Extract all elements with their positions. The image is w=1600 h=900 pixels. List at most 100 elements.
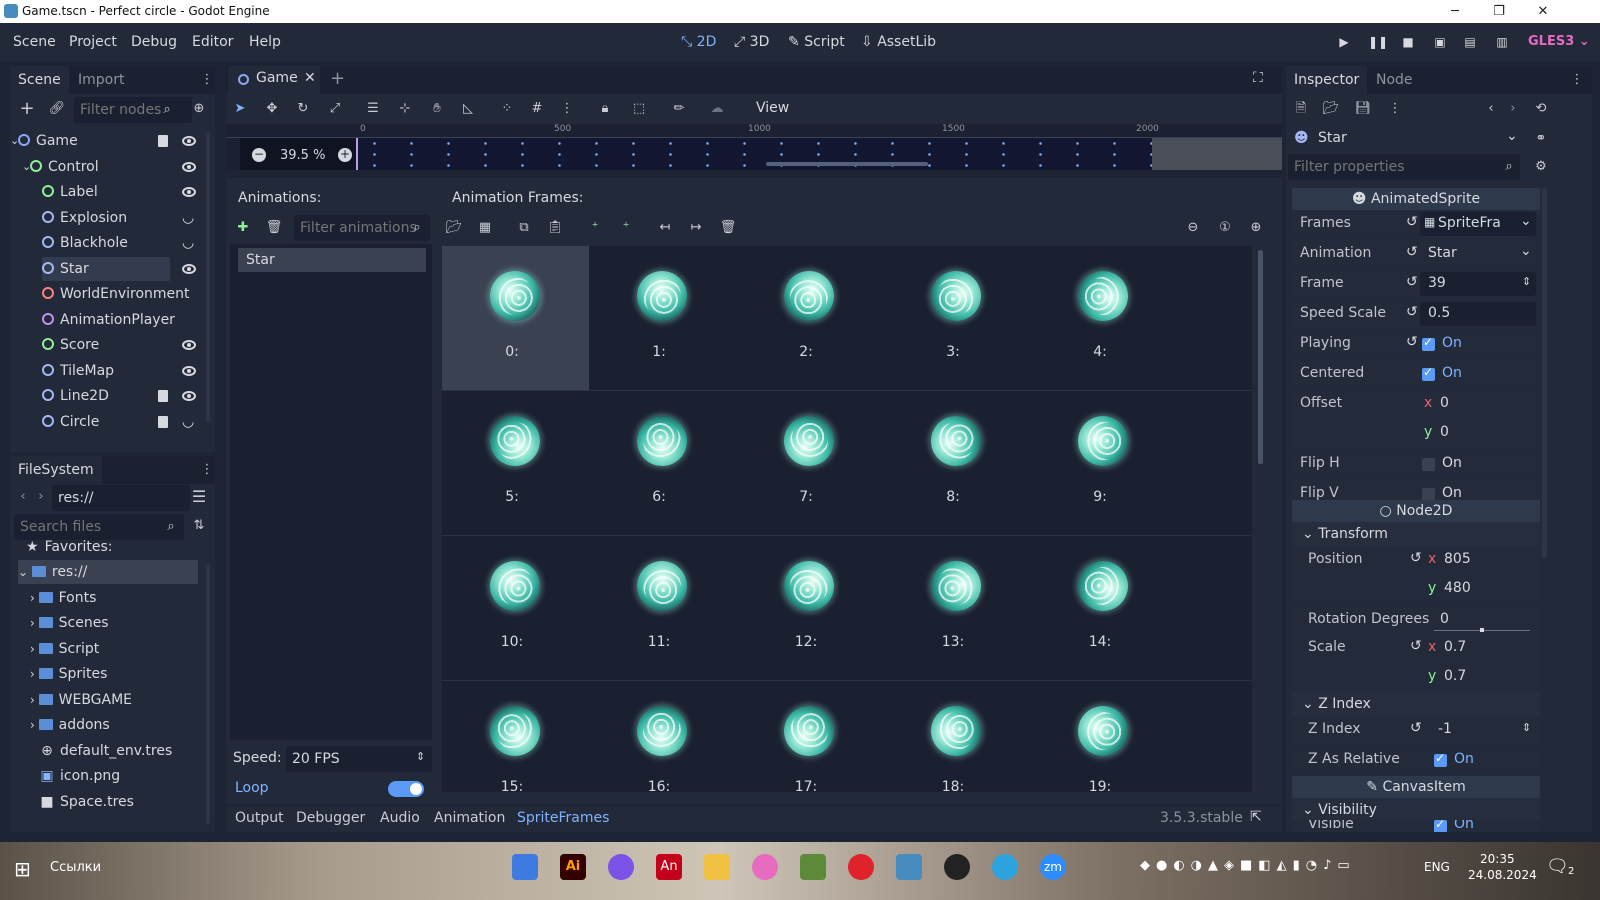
favorites-item[interactable]: ★ Favorites:	[26, 535, 113, 559]
play-scene-icon[interactable]: ▣	[1432, 35, 1448, 49]
rotation-field[interactable]: 0	[1440, 611, 1449, 627]
tab-debugger[interactable]: Debugger	[296, 810, 365, 826]
canvas-viewport[interactable]: 0 500 1000 1500 2000 − 39.5 % +	[226, 124, 1282, 170]
taskbar-search[interactable]: Ссылки	[50, 860, 101, 875]
scene-tree-item[interactable]: Blackhole	[42, 231, 202, 255]
script-icon[interactable]	[158, 415, 168, 428]
position-x-field[interactable]: 805	[1444, 551, 1471, 567]
animation-frame-cell[interactable]: 16:	[589, 681, 736, 792]
section-animatedsprite[interactable]: ☻ AnimatedSprite	[1292, 188, 1540, 210]
scene-tree-item[interactable]: Explosion	[42, 206, 202, 230]
playing-checkbox[interactable]	[1422, 335, 1435, 351]
chevron-right-icon[interactable]: ›	[30, 591, 39, 605]
visibility-eye-icon[interactable]	[182, 340, 196, 350]
animation-frame-cell[interactable]: 17:	[736, 681, 883, 792]
scene-tree-item[interactable]: Line2D	[42, 384, 202, 408]
revert-icon[interactable]: ↺	[1406, 334, 1418, 350]
telegram-icon[interactable]	[992, 854, 1018, 880]
menu-project[interactable]: Project	[69, 34, 117, 50]
tab-inspector[interactable]: Inspector	[1286, 66, 1368, 94]
back-icon[interactable]: ‹	[14, 488, 32, 506]
insert-after-icon[interactable]: ⁺	[617, 219, 635, 237]
revert-icon[interactable]: ↺	[1406, 304, 1418, 320]
add-node-icon[interactable]: +	[18, 100, 36, 118]
tab-animation[interactable]: Animation	[434, 810, 505, 826]
animation-frame-cell[interactable]: 12:	[736, 536, 883, 681]
app-icon-6[interactable]	[752, 854, 778, 880]
chevron-down-icon[interactable]: ⌄	[10, 129, 19, 153]
visibility-hidden-icon[interactable]: ◡	[182, 235, 194, 251]
visibility-eye-icon[interactable]	[182, 263, 196, 274]
zoom-reset-icon[interactable]: ①	[1216, 219, 1234, 237]
zoom-out-icon[interactable]: ⊖	[1184, 219, 1202, 237]
animation-frame-cell[interactable]: 11:	[589, 536, 736, 681]
file-item[interactable]: ■ Space.tres	[40, 790, 134, 814]
revert-icon[interactable]: ↺	[1410, 550, 1422, 566]
scene-tree-item[interactable]: Label	[42, 180, 202, 204]
chevron-right-icon[interactable]: ›	[30, 718, 39, 732]
split-view-icon[interactable]: ☰	[190, 488, 208, 506]
insert-before-icon[interactable]: ⁺	[586, 219, 604, 237]
opera-icon[interactable]	[848, 854, 874, 880]
obs-icon[interactable]	[944, 854, 970, 880]
group-z-index[interactable]: ⌄ Z Index	[1292, 692, 1540, 716]
load-frames-icon[interactable]: 📂︎	[445, 219, 463, 237]
animation-frame-cell[interactable]: 6:	[589, 391, 736, 536]
file-explorer-icon[interactable]	[704, 854, 730, 880]
animation-frame-cell[interactable]: 14:	[1030, 536, 1177, 681]
spinbox-arrows-icon[interactable]: ⇕	[416, 750, 425, 763]
chevron-right-icon[interactable]: ›	[30, 667, 39, 681]
animation-frame-cell[interactable]: 4:	[1030, 246, 1177, 391]
zoom-level[interactable]: 39.5 %	[280, 148, 325, 163]
copy-frame-icon[interactable]: ⧉	[515, 219, 533, 237]
animate-icon[interactable]: An	[656, 854, 682, 880]
visibility-eye-icon[interactable]	[182, 187, 196, 197]
maximize-button[interactable]: ❐	[1476, 0, 1522, 23]
sprite-sheet-icon[interactable]: ▦	[476, 219, 494, 237]
workspace-assetlib-button[interactable]: ⇩ AssetLib	[861, 34, 936, 50]
chevron-down-icon[interactable]: ⌄	[22, 155, 31, 179]
file-item[interactable]: ⊕ default_env.tres	[40, 739, 172, 763]
delete-frame-icon[interactable]: 🗑︎	[719, 219, 737, 237]
scene-tree-item[interactable]: Star	[42, 256, 170, 281]
notification-icon[interactable]: 🗨︎	[1546, 856, 1569, 877]
visibility-eye-icon[interactable]	[182, 161, 196, 172]
chevron-right-icon[interactable]: ›	[30, 693, 39, 707]
ruler-tool-icon[interactable]: ◺	[459, 100, 477, 118]
viewport-h-scrollbar[interactable]	[766, 162, 928, 166]
animation-frame-cell[interactable]: 7:	[736, 391, 883, 536]
inspector-scrollbar[interactable]	[1542, 188, 1547, 558]
renderer-selector[interactable]: GLES3 ⌄	[1528, 34, 1590, 49]
smart-snap-icon[interactable]: ⁘	[498, 100, 516, 118]
lock-icon[interactable]: 🔒︎	[596, 100, 614, 118]
scene-tree-item[interactable]: Score	[42, 333, 202, 357]
animation-frame-cell[interactable]: 18:	[883, 681, 1030, 792]
tab-spriteframes[interactable]: SpriteFrames	[517, 810, 609, 826]
folder-item[interactable]: › addons	[30, 713, 110, 737]
pan-tool-icon[interactable]: ✋︎	[428, 100, 446, 118]
z-relative-checkbox[interactable]	[1434, 751, 1447, 767]
tab-import[interactable]: Import	[70, 66, 132, 94]
visibility-hidden-icon[interactable]: ◡	[182, 210, 194, 226]
close-button[interactable]: ✕	[1520, 0, 1566, 23]
animation-frame-cell[interactable]: 10:	[442, 536, 589, 681]
tab-audio[interactable]: Audio	[380, 810, 420, 826]
revert-icon[interactable]: ↺	[1406, 244, 1418, 260]
delete-animation-icon[interactable]: 🗑︎	[265, 219, 283, 237]
frame-spinbox[interactable]: 39 ⇕	[1420, 272, 1536, 296]
scene-tree-item[interactable]: AnimationPlayer	[42, 308, 202, 332]
paste-frame-icon[interactable]: 📋︎	[546, 219, 564, 237]
animation-frame-cell[interactable]: 3:	[883, 246, 1030, 391]
play-icon[interactable]: ▶	[1336, 35, 1352, 49]
animation-frame-cell[interactable]: 9:	[1030, 391, 1177, 536]
slider-grabber[interactable]	[1480, 628, 1484, 632]
menu-dots-icon[interactable]: ⋮	[198, 461, 216, 479]
scene-instance-icon[interactable]: ⊕	[190, 100, 208, 118]
object-properties-icon[interactable]: ⚭	[1532, 130, 1550, 148]
menu-dots-icon[interactable]: ⋮	[198, 71, 216, 89]
revert-icon[interactable]: ↺	[1406, 274, 1418, 290]
path-field[interactable]: res://	[52, 485, 190, 511]
chevron-down-icon[interactable]: ⌄	[18, 565, 32, 579]
expand-panel-icon[interactable]: ⇱	[1250, 809, 1262, 825]
offset-x-field[interactable]: 0	[1440, 395, 1449, 411]
